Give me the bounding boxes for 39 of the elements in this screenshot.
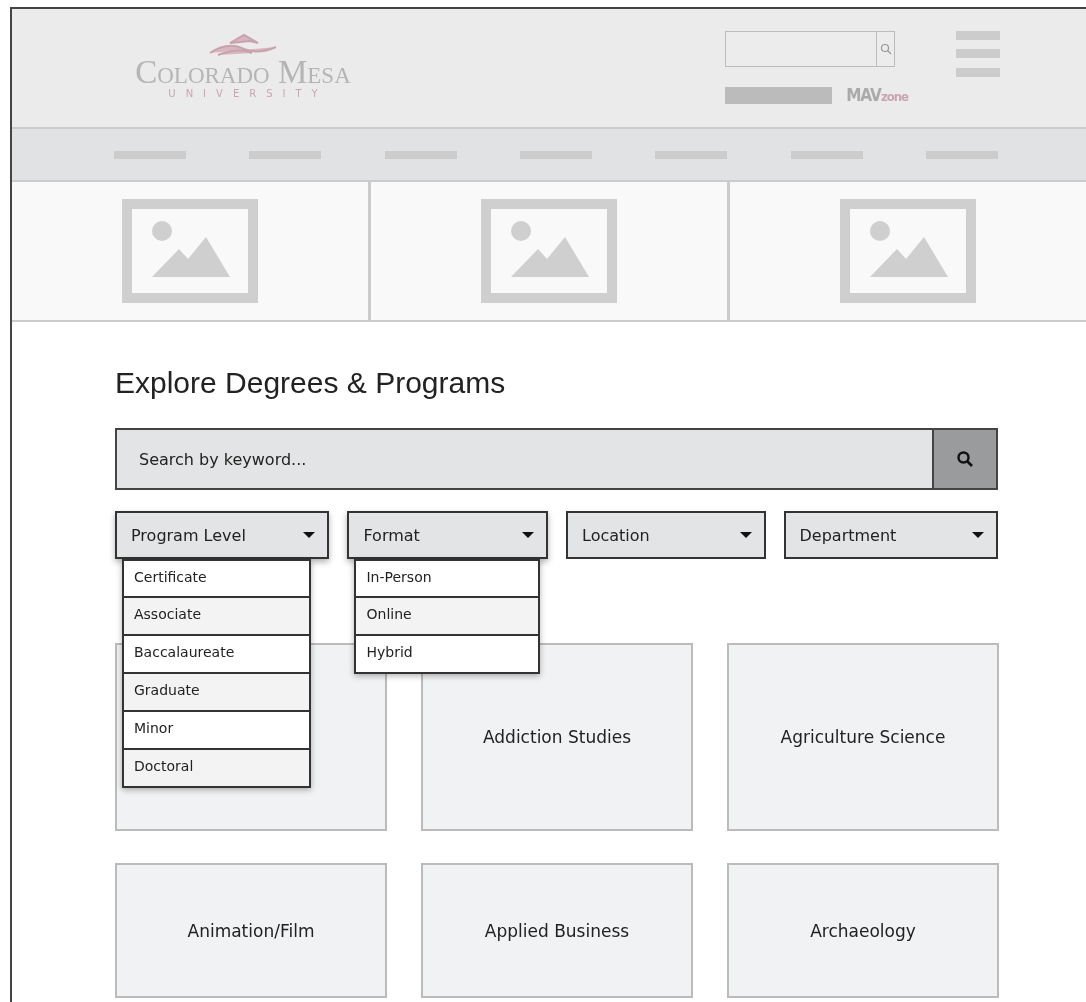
image-placeholder-icon bbox=[481, 199, 617, 303]
filter-dropdown[interactable]: Program Level bbox=[115, 511, 330, 559]
dropdown-option[interactable]: Certificate bbox=[124, 561, 310, 596]
program-card[interactable]: Addiction Studies bbox=[421, 643, 693, 831]
dropdown-option[interactable]: Online bbox=[356, 596, 538, 634]
caret-icon bbox=[972, 532, 984, 538]
dropdown-option[interactable]: Graduate bbox=[124, 672, 310, 710]
logo-subtitle: UNIVERSITY bbox=[168, 87, 328, 101]
filter-dropdown[interactable]: Format bbox=[347, 511, 548, 559]
program-card[interactable]: Animation/Film bbox=[115, 863, 387, 998]
caret-icon bbox=[739, 532, 752, 538]
dropdown-option[interactable]: Minor bbox=[124, 710, 310, 748]
card-title: Applied Business bbox=[484, 920, 630, 941]
search-field[interactable] bbox=[725, 31, 877, 67]
filter-dropdown[interactable]: Department bbox=[783, 511, 998, 559]
filter-dropdown[interactable]: Location bbox=[566, 511, 766, 559]
dropdown-option[interactable]: Hybrid bbox=[356, 634, 538, 672]
caret-icon bbox=[522, 532, 534, 538]
search-icon bbox=[956, 450, 974, 468]
card-title: Animation/Film bbox=[187, 920, 315, 941]
page-heading: Explore Degrees & Programs bbox=[115, 366, 507, 400]
mountain-logo-icon bbox=[208, 33, 278, 57]
program-card[interactable]: Applied Business bbox=[421, 863, 693, 998]
dropdown-option[interactable]: Doctoral bbox=[124, 748, 310, 786]
search-button[interactable] bbox=[932, 428, 998, 490]
dropdown-option[interactable]: Baccalaureate bbox=[124, 634, 310, 672]
card-title: Agriculture Science bbox=[780, 727, 946, 747]
program-card[interactable]: Agriculture Science bbox=[727, 643, 999, 831]
search-icon[interactable] bbox=[876, 31, 896, 67]
program-card[interactable]: Archaeology bbox=[727, 863, 999, 998]
dropdown-option[interactable]: In-Person bbox=[356, 561, 538, 596]
image-placeholder-icon bbox=[840, 199, 976, 303]
card-title: Addiction Studies bbox=[483, 727, 631, 747]
image-placeholder-icon bbox=[122, 199, 258, 303]
card-title: Archaeology bbox=[810, 920, 916, 941]
search-field[interactable]: Search by keyword... bbox=[115, 428, 932, 490]
caret-icon bbox=[303, 532, 316, 538]
dropdown-option[interactable]: Associate bbox=[124, 596, 310, 634]
menu-icon[interactable] bbox=[956, 31, 1000, 77]
